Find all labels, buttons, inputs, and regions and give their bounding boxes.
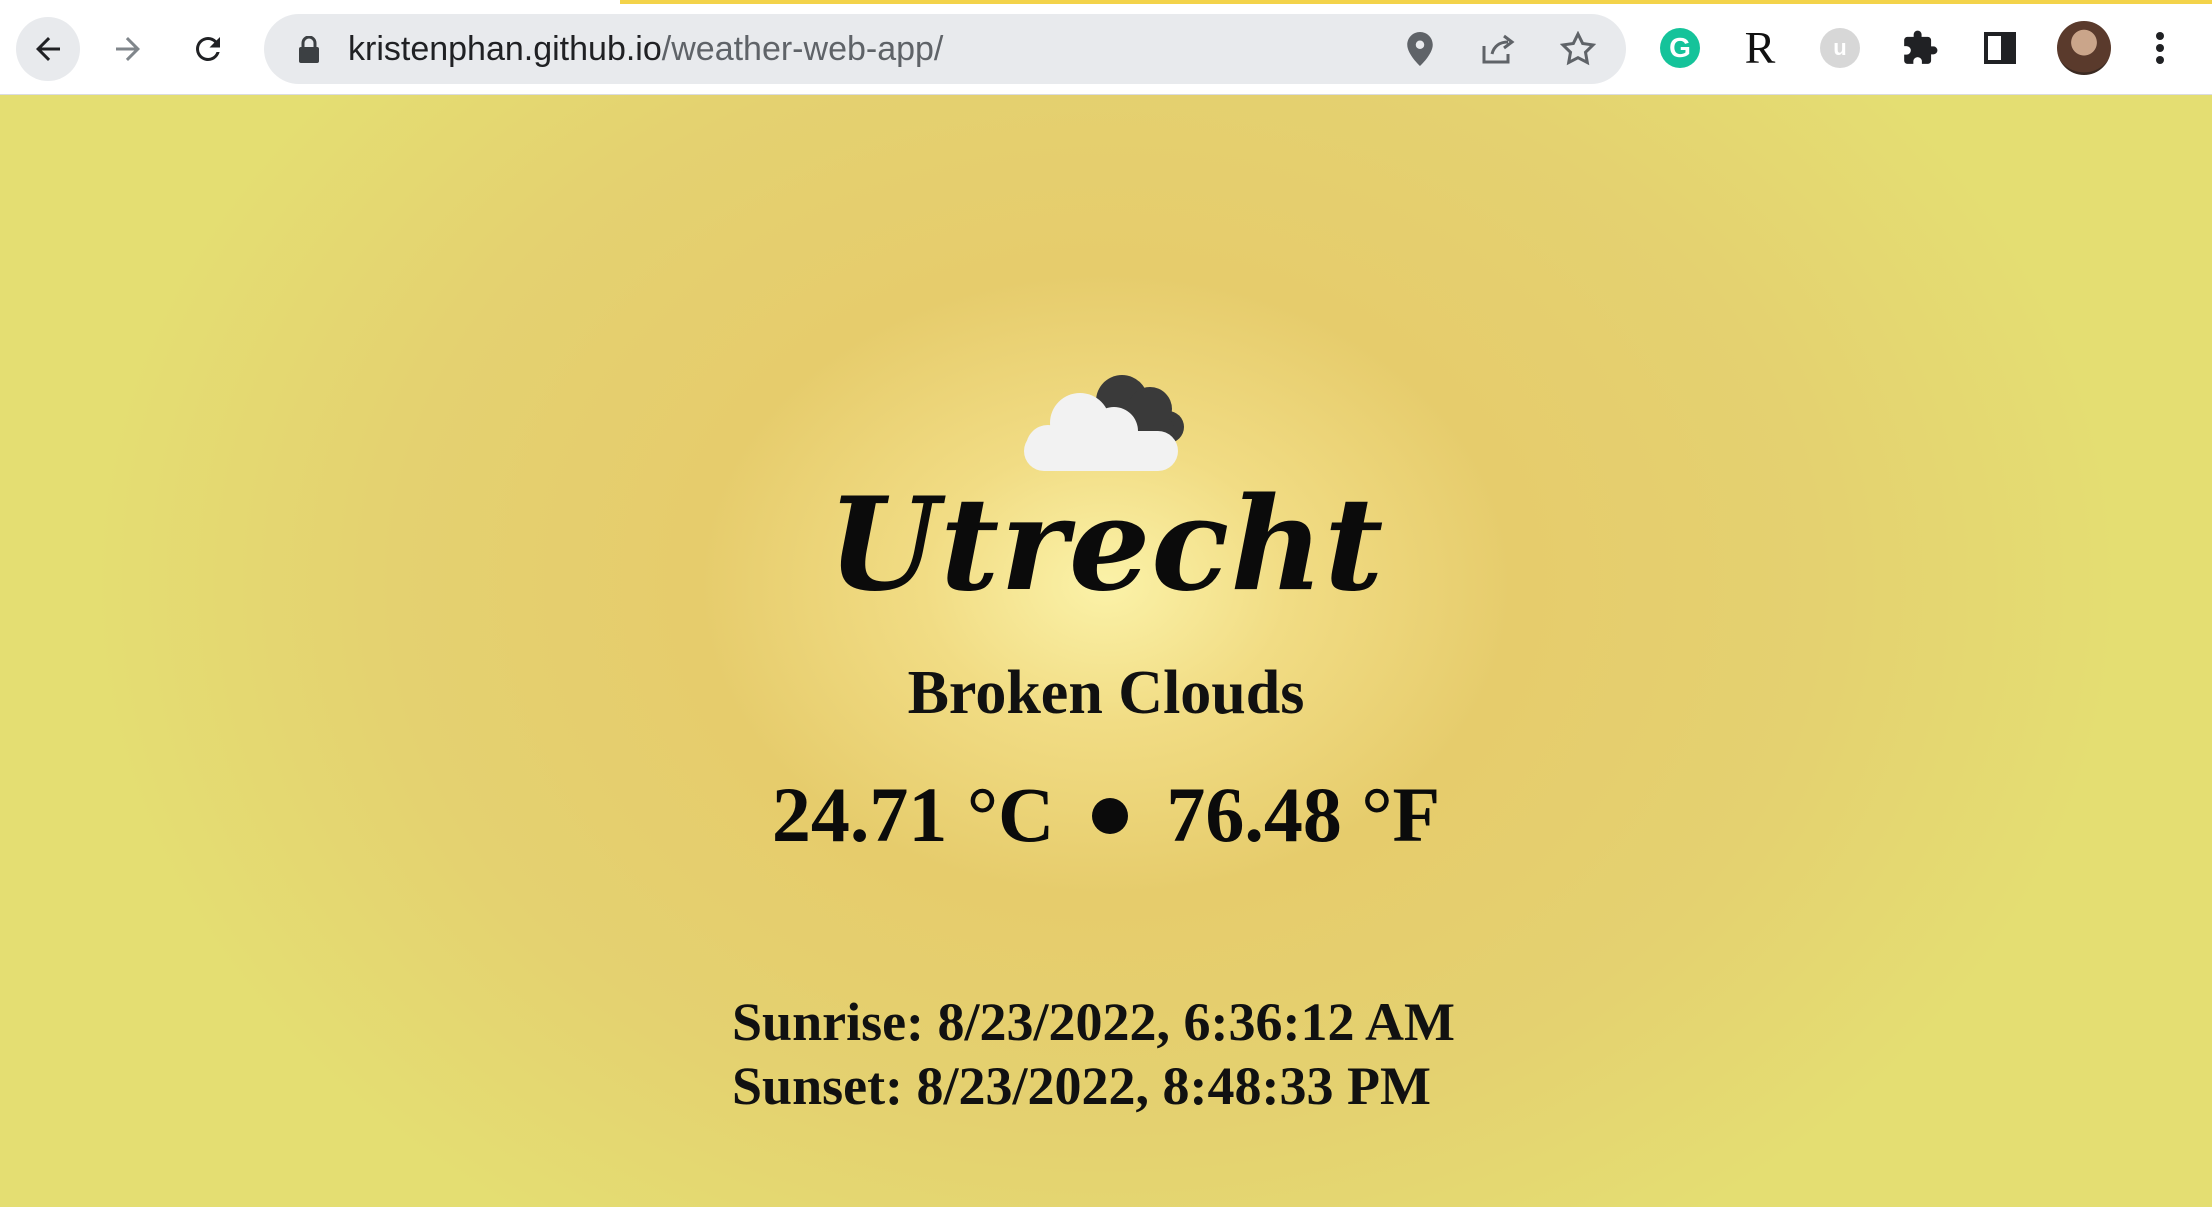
weather-page: Utrecht Broken Clouds 24.71 °C 76.48 °F S… bbox=[0, 95, 2212, 1207]
kebab-menu-icon bbox=[2156, 32, 2164, 64]
forward-button[interactable] bbox=[96, 17, 160, 81]
r-extension-icon: R bbox=[1744, 22, 1776, 73]
city-name: Utrecht bbox=[827, 470, 1385, 620]
bookmark-button[interactable] bbox=[1560, 31, 1596, 67]
grammarly-extension-icon: G bbox=[1660, 28, 1700, 68]
url-host: kristenphan.github.io bbox=[348, 30, 662, 68]
browser-toolbar: kristenphan.github.io/weather-web-app/ G… bbox=[0, 0, 2212, 95]
temperature-fahrenheit: 76.48 °F bbox=[1166, 771, 1441, 858]
r-extension-button[interactable]: R bbox=[1736, 24, 1784, 72]
weather-description: Broken Clouds bbox=[907, 659, 1305, 727]
u-extension-icon: u bbox=[1820, 28, 1860, 68]
broken-clouds-icon bbox=[1024, 375, 1184, 471]
share-icon bbox=[1482, 34, 1515, 64]
star-icon bbox=[1560, 31, 1596, 66]
temperature-row: 24.71 °C 76.48 °F bbox=[0, 768, 2212, 862]
arrow-right-icon bbox=[116, 37, 140, 61]
address-bar[interactable]: kristenphan.github.io/weather-web-app/ bbox=[264, 14, 1626, 84]
puzzle-icon bbox=[1904, 30, 1938, 64]
side-panel-button[interactable] bbox=[1976, 24, 2024, 72]
temperature-celsius: 24.71 °C bbox=[771, 771, 1055, 858]
sunset-text: Sunset: 8/23/2022, 8:48:33 PM bbox=[732, 1056, 1431, 1116]
separator-dot bbox=[1092, 798, 1129, 835]
back-button[interactable] bbox=[16, 17, 80, 81]
extensions-button[interactable] bbox=[1896, 24, 1944, 72]
profile-button[interactable] bbox=[2056, 20, 2112, 76]
lock-icon[interactable] bbox=[298, 36, 320, 64]
u-extension-button[interactable]: u bbox=[1816, 24, 1864, 72]
reload-button[interactable] bbox=[176, 17, 240, 81]
reload-icon bbox=[196, 37, 220, 61]
sun-times: Sunrise: 8/23/2022, 6:36:12 AM Sunset: 8… bbox=[732, 990, 1455, 1118]
loading-indicator bbox=[620, 0, 2212, 4]
arrow-left-icon bbox=[36, 37, 60, 61]
url-text[interactable]: kristenphan.github.io/weather-web-app/ bbox=[348, 30, 943, 68]
side-panel-icon bbox=[1984, 32, 2016, 64]
sunrise-text: Sunrise: 8/23/2022, 6:36:12 AM bbox=[732, 992, 1455, 1052]
location-button[interactable] bbox=[1402, 31, 1438, 67]
grammarly-extension-button[interactable]: G bbox=[1656, 24, 1704, 72]
profile-avatar bbox=[2057, 21, 2111, 75]
url-path: /weather-web-app/ bbox=[661, 30, 944, 68]
menu-button[interactable] bbox=[2136, 24, 2184, 72]
share-button[interactable] bbox=[1480, 31, 1516, 67]
location-pin-icon bbox=[1407, 32, 1433, 66]
